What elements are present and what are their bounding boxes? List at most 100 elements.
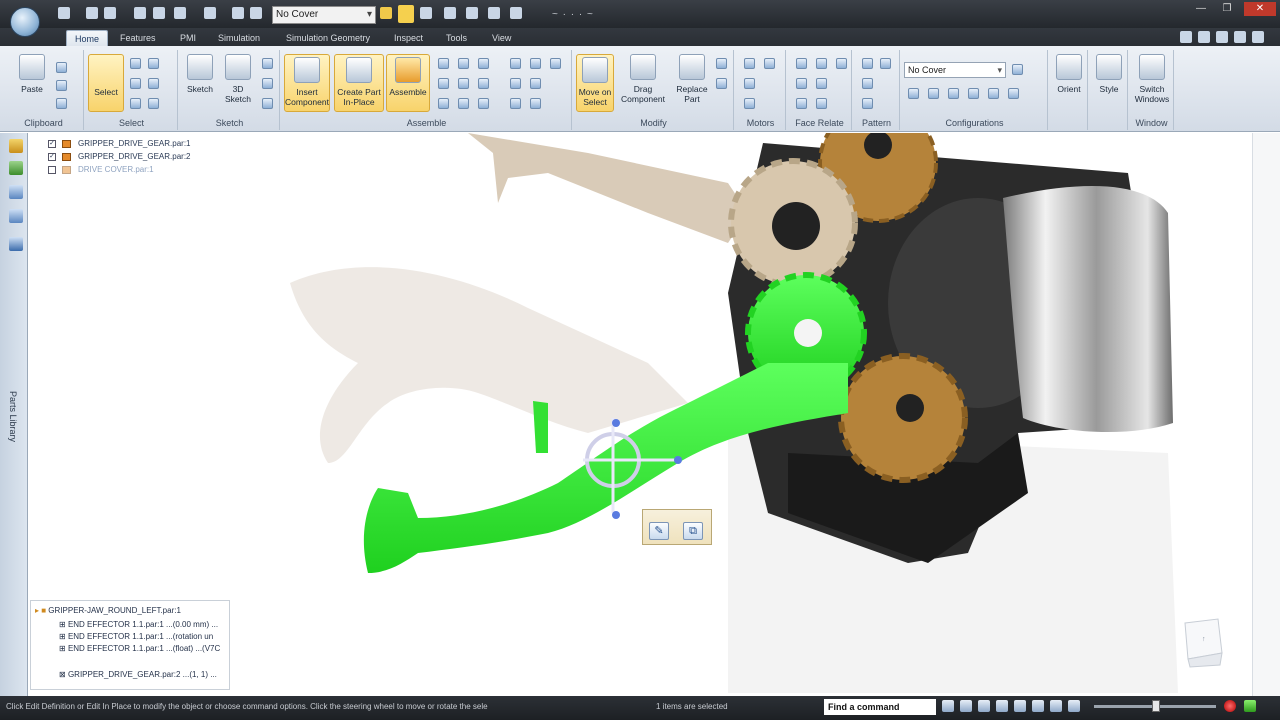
face-relate-6-icon[interactable] [796,98,807,109]
select-tool-a-icon[interactable] [130,58,141,69]
motor-icon[interactable] [744,58,755,69]
relate-8-icon[interactable] [458,78,469,89]
relate-16-icon[interactable] [530,98,541,109]
copy-small-icon[interactable] [56,80,67,91]
visibility-checkbox[interactable]: ✓ [48,153,56,161]
relate-11-icon[interactable] [530,78,541,89]
visibility-checkbox[interactable]: ✓ [48,140,56,148]
find-command-input[interactable]: Find a command [824,699,936,715]
tab-simulation[interactable]: Simulation [210,30,268,46]
sketch-tool-c-icon[interactable] [262,98,273,109]
switch-windows-button[interactable]: Switch Windows [1132,54,1172,104]
minimize-button[interactable]: — [1188,2,1214,16]
list-item[interactable]: DRIVE COVER.par:1 [48,163,238,176]
config-2-icon[interactable] [928,88,939,99]
ribbon-restore-icon[interactable] [1234,31,1246,43]
relate-6-icon[interactable] [550,58,561,69]
select-tool-icon[interactable] [232,7,244,19]
rotate-icon[interactable] [1032,700,1044,712]
relate-7-icon[interactable] [438,78,449,89]
tab-features[interactable]: Features [112,30,164,46]
create-part-in-place-button[interactable]: Create Part In-Place [334,54,384,112]
select-tool-c-icon[interactable] [130,78,141,89]
face-relate-3-icon[interactable] [836,58,847,69]
relate-5-icon[interactable] [530,58,541,69]
face-relate-2-icon[interactable] [816,58,827,69]
ribbon-minimize-icon[interactable] [1216,31,1228,43]
modify-tool-b-icon[interactable] [716,78,727,89]
assemble-button[interactable]: Assemble [386,54,430,112]
config-combo[interactable]: No Cover [272,6,376,24]
move-on-select-button[interactable]: Move on Select [576,54,614,112]
application-button[interactable] [10,7,40,37]
parts-library-tab[interactable]: Parts Library [8,391,18,442]
sketch-button[interactable]: Sketch [182,54,218,94]
relationship-3-icon[interactable] [488,7,500,19]
format-painter-icon[interactable] [56,98,67,109]
stop-icon[interactable] [1224,700,1236,712]
highlight-icon[interactable] [398,5,414,23]
select-tool-e-icon[interactable] [130,98,141,109]
visibility-checkbox[interactable] [48,166,56,174]
orient-button[interactable]: Orient [1052,54,1086,94]
help-icon[interactable] [1198,31,1210,43]
config-1-icon[interactable] [908,88,919,99]
table-row[interactable]: ⊞ END EFFECTOR 1.1.par:1 ...(0.00 mm) ..… [59,619,218,631]
undo-icon[interactable] [174,7,186,19]
edit-in-place-button[interactable]: ⧉ [683,522,703,540]
steering-handle-right[interactable] [674,456,682,464]
zoom-icon[interactable] [978,700,990,712]
list-item[interactable]: ✓ GRIPPER_DRIVE_GEAR.par:2 [48,150,238,163]
save-icon[interactable] [134,7,146,19]
features-icon[interactable] [9,185,23,199]
drag-component-button[interactable]: Drag Component [620,54,666,104]
relate-10-icon[interactable] [510,78,521,89]
parts-library-icon[interactable] [9,237,23,251]
new-icon[interactable] [58,7,70,19]
ribbon-close-icon[interactable] [1252,31,1264,43]
relate-4-icon[interactable] [510,58,521,69]
style-button[interactable]: Style [1092,54,1126,94]
sketch-3d-button[interactable]: 3D Sketch [220,54,256,104]
pattern-3-icon[interactable] [862,78,873,89]
table-row[interactable]: ⊠ GRIPPER_DRIVE_GEAR.par:2 ...(1, 1) ... [59,669,217,681]
select-tool-d-icon[interactable] [148,78,159,89]
tab-view[interactable]: View [484,30,519,46]
redo-icon[interactable] [204,7,216,19]
motor-2-icon[interactable] [764,58,775,69]
bulb-icon[interactable] [380,7,392,19]
relate-9-icon[interactable] [478,78,489,89]
help-options-icon[interactable] [1180,31,1192,43]
relate-13-icon[interactable] [458,98,469,109]
maximize-button[interactable]: ❐ [1214,2,1240,16]
vertical-scrollbar[interactable] [1252,133,1280,696]
close-button[interactable]: ✕ [1244,2,1276,16]
relate-14-icon[interactable] [478,98,489,109]
config-5-icon[interactable] [988,88,999,99]
replace-part-button[interactable]: Replace Part [672,54,712,104]
tab-simulation-geometry[interactable]: Simulation Geometry [278,30,378,46]
config-4-icon[interactable] [968,88,979,99]
face-relate-1-icon[interactable] [796,58,807,69]
relate-1-icon[interactable] [438,58,449,69]
tab-inspect[interactable]: Inspect [386,30,431,46]
pattern-2-icon[interactable] [880,58,891,69]
steering-handle-bottom[interactable] [612,511,620,519]
relationship-2-icon[interactable] [466,7,478,19]
relate-12-icon[interactable] [438,98,449,109]
insert-component-button[interactable]: Insert Component [284,54,330,112]
select-tool-f-icon[interactable] [148,98,159,109]
face-relate-4-icon[interactable] [796,78,807,89]
relate-2-icon[interactable] [458,58,469,69]
relate-15-icon[interactable] [510,98,521,109]
sensors-icon[interactable] [9,209,23,223]
motor-3-icon[interactable] [744,98,755,109]
print-icon[interactable] [153,7,165,19]
motor-cylinder[interactable] [1003,186,1173,433]
config-3-icon[interactable] [948,88,959,99]
view-style-icon[interactable] [1050,700,1062,712]
search-icon[interactable] [942,700,954,712]
modify-tool-a-icon[interactable] [716,58,727,69]
edit-definition-button[interactable]: ✎ [649,522,669,540]
pattern-1-icon[interactable] [862,58,873,69]
